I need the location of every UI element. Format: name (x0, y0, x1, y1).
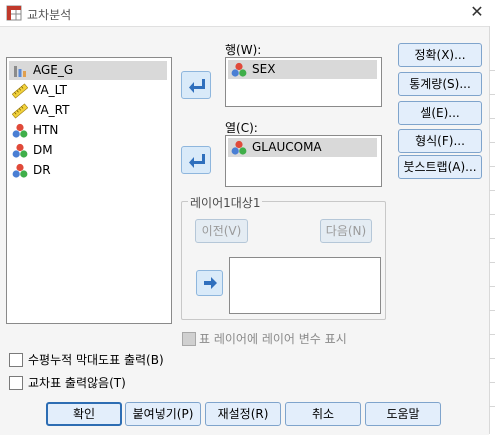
close-icon[interactable]: ✕ (466, 2, 488, 22)
strip-gridline (489, 358, 495, 359)
nominal-balls-icon (231, 140, 247, 156)
list-item[interactable]: VA_RT (9, 101, 167, 120)
suppress-tables-label: 교차표 출력않음(T) (28, 376, 126, 390)
bootstrap-button[interactable]: 붓스트랩(A)... (398, 155, 482, 179)
display-layer-label: 표 레이어에 레이어 변수 표시 (199, 332, 347, 346)
nominal-bars-icon (12, 63, 28, 79)
clustered-bar-label: 수평누적 막대도표 출력(B) (28, 353, 164, 367)
list-item[interactable]: HTN (9, 121, 167, 140)
list-item[interactable]: DM (9, 141, 167, 160)
move-to-rows-button[interactable] (181, 71, 211, 99)
strip-gridline (489, 70, 495, 71)
nominal-balls-icon (231, 62, 247, 78)
exact-button[interactable]: 정확(X)... (398, 43, 482, 67)
layer-group-title: 레이어1대상1 (188, 194, 263, 211)
next-layer-button[interactable]: 다음(N) (320, 219, 372, 243)
cells-button[interactable]: 셀(E)... (398, 101, 482, 125)
clustered-bar-checkbox[interactable] (9, 353, 23, 367)
scale-ruler-icon (11, 83, 29, 99)
variable-name: DM (33, 143, 53, 157)
suppress-tables-checkbox[interactable] (9, 376, 23, 390)
variable-name: VA_LT (33, 83, 68, 97)
title-bar (0, 0, 495, 26)
columns-label: 열(C): (225, 121, 258, 135)
layer-variable-list[interactable] (229, 257, 381, 314)
arrow-left-icon (189, 154, 205, 168)
strip-gridline (489, 190, 495, 191)
strip-gridline (489, 238, 495, 239)
strip-gridline (489, 118, 495, 119)
strip-gridline (489, 310, 495, 311)
strip-gridline (489, 382, 495, 383)
arrow-right-icon (204, 277, 217, 289)
columns-list[interactable]: GLAUCOMA (225, 135, 382, 187)
rows-label: 행(W): (225, 43, 262, 57)
previous-layer-button[interactable]: 이전(V) (195, 219, 248, 243)
strip-gridline (489, 286, 495, 287)
strip-gridline (489, 334, 495, 335)
arrow-left-icon (189, 79, 205, 93)
reset-button[interactable]: 재설정(R) (205, 402, 281, 426)
format-button[interactable]: 형식(F)... (398, 129, 482, 153)
strip-gridline (489, 94, 495, 95)
variable-name: GLAUCOMA (252, 140, 322, 154)
list-item[interactable]: VA_LT (9, 81, 167, 100)
strip-gridline (489, 262, 495, 263)
background-window-strip (489, 26, 495, 434)
variable-name: AGE_G (33, 63, 74, 77)
display-layer-checkbox[interactable] (182, 332, 196, 346)
move-to-columns-button[interactable] (181, 146, 211, 174)
app-crosstabs-icon (6, 5, 22, 21)
list-item[interactable]: AGE_G (9, 61, 167, 80)
statistics-button[interactable]: 통계량(S)... (398, 72, 482, 96)
strip-gridline (489, 406, 495, 407)
paste-button[interactable]: 붙여넣기(P) (125, 402, 201, 426)
list-item[interactable]: SEX (228, 60, 377, 79)
help-button[interactable]: 도움말 (365, 402, 441, 426)
window-title: 교차분석 (27, 8, 72, 22)
source-variable-list[interactable]: AGE_G VA_LT VA_RT HTN DM DR (6, 57, 172, 324)
strip-gridline (489, 142, 495, 143)
nominal-balls-icon (12, 163, 28, 179)
strip-gridline (489, 214, 495, 215)
cancel-button[interactable]: 취소 (285, 402, 361, 426)
list-item[interactable]: GLAUCOMA (228, 138, 377, 157)
variable-name: HTN (33, 123, 59, 137)
scale-ruler-icon (11, 103, 29, 119)
list-item[interactable]: DR (9, 161, 167, 180)
nominal-balls-icon (12, 143, 28, 159)
variable-name: VA_RT (33, 103, 70, 117)
ok-button[interactable]: 확인 (46, 402, 122, 426)
variable-name: SEX (252, 62, 276, 76)
nominal-balls-icon (12, 123, 28, 139)
rows-list[interactable]: SEX (225, 57, 382, 107)
variable-name: DR (33, 163, 51, 177)
move-to-layer-button[interactable] (196, 270, 223, 296)
strip-gridline (489, 166, 495, 167)
